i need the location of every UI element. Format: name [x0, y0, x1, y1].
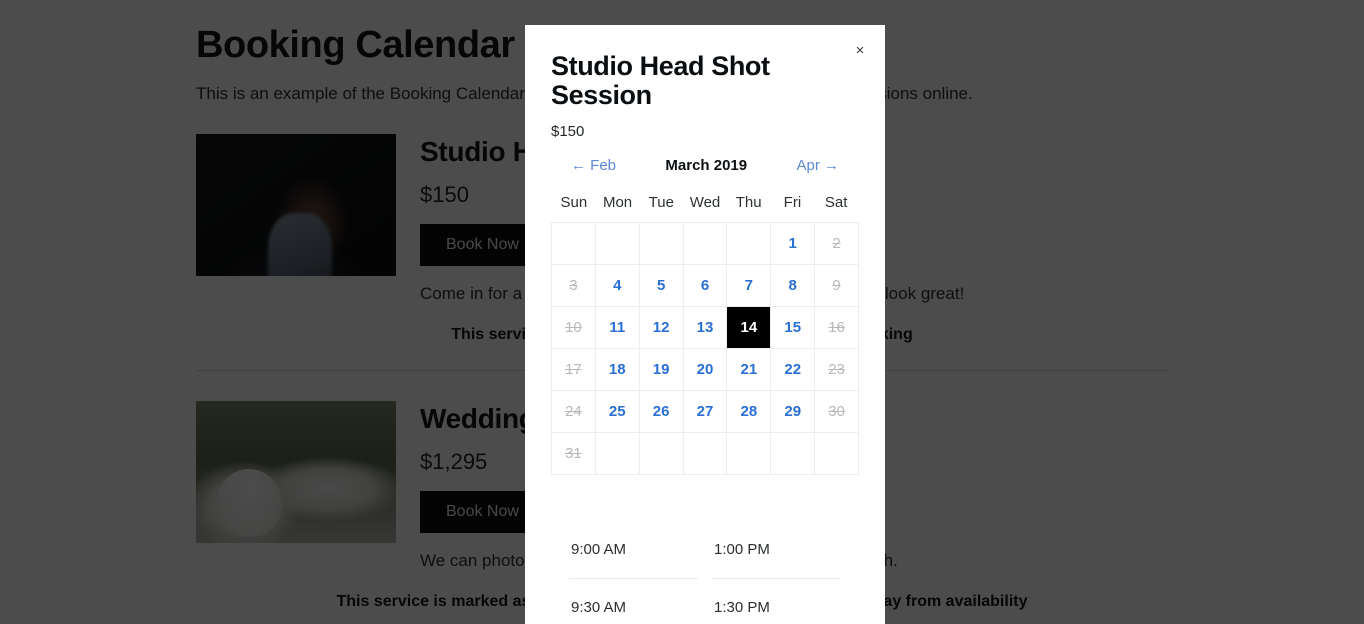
close-icon[interactable]: ×	[847, 37, 873, 63]
booking-modal: × Studio Head Shot Session $150 ← Feb Ma…	[525, 25, 885, 624]
calendar-cell-empty	[552, 223, 596, 266]
calendar-cell-empty	[639, 433, 684, 476]
calendar-day-11[interactable]: 11	[595, 307, 640, 350]
calendar-day-13[interactable]: 13	[683, 307, 728, 350]
next-month-link[interactable]: Apr →	[796, 157, 839, 174]
calendar-day-24: 24	[552, 391, 596, 434]
weekday-label-sun: Sun	[560, 194, 588, 212]
calendar-cell-empty	[595, 223, 640, 266]
calendar-cell-empty	[815, 433, 859, 476]
calendar-cell-empty	[771, 433, 816, 476]
weekday-label-tue: Tue	[648, 194, 674, 212]
calendar-day-1[interactable]: 1	[771, 223, 816, 266]
calendar-day-15[interactable]: 15	[771, 307, 816, 350]
calendar-day-9: 9	[815, 265, 859, 308]
weekday-header: Sun Mon Tue Wed Thu Fri Sat	[551, 194, 859, 211]
time-slots: 9:00 AM 9:30 AM 1:00 PM 1:30 PM	[551, 521, 859, 624]
calendar-day-23: 23	[815, 349, 859, 392]
calendar-day-16: 16	[815, 307, 859, 350]
modal-content: Studio Head Shot Session $150 ← Feb Marc…	[525, 25, 885, 624]
prev-month-link[interactable]: ← Feb	[571, 157, 616, 174]
calendar-day-4[interactable]: 4	[595, 265, 640, 308]
calendar-day-29[interactable]: 29	[771, 391, 816, 434]
calendar-day-28[interactable]: 28	[727, 391, 772, 434]
calendar-day-14[interactable]: 14	[727, 307, 772, 350]
calendar-day-3: 3	[552, 265, 596, 308]
modal-price: $150	[551, 123, 585, 141]
weekday-label-thu: Thu	[735, 194, 762, 212]
calendar-cell-empty	[727, 223, 772, 266]
calendar-day-27[interactable]: 27	[683, 391, 728, 434]
calendar-day-5[interactable]: 5	[639, 265, 684, 308]
modal-title: Studio Head Shot Session	[551, 51, 770, 111]
weekday-label-sat: Sat	[824, 194, 848, 212]
calendar-grid: 1 2 3 4 5 6 7 8 9 10 11 12 13 14 15 16 17 18 19 20 21 22 23 24 2…	[551, 222, 859, 476]
calendar-day-10: 10	[552, 307, 596, 350]
time-slot-930am[interactable]: 9:30 AM	[569, 579, 698, 624]
current-month-label: March 2019	[665, 157, 748, 175]
screen: Booking Calendar This is an example of t…	[0, 0, 1364, 624]
calendar-nav: ← Feb March 2019 Apr →	[551, 157, 859, 174]
calendar-day-17: 17	[552, 349, 596, 392]
calendar-day-26[interactable]: 26	[639, 391, 684, 434]
calendar-day-2: 2	[815, 223, 859, 266]
time-slot-130pm[interactable]: 1:30 PM	[712, 579, 841, 624]
calendar-cell-empty	[683, 223, 728, 266]
time-slot-900am[interactable]: 9:00 AM	[569, 521, 698, 580]
calendar-day-19[interactable]: 19	[639, 349, 684, 392]
calendar-cell-empty	[595, 433, 640, 476]
calendar-cell-empty	[727, 433, 772, 476]
calendar-cell-empty	[683, 433, 728, 476]
time-slot-100pm[interactable]: 1:00 PM	[712, 521, 841, 580]
weekday-label-mon: Mon	[602, 194, 633, 212]
calendar-day-8[interactable]: 8	[771, 265, 816, 308]
calendar-cell-empty	[639, 223, 684, 266]
morning-slot-column: 9:00 AM 9:30 AM	[569, 521, 698, 624]
calendar-day-20[interactable]: 20	[683, 349, 728, 392]
calendar-day-30: 30	[815, 391, 859, 434]
afternoon-slot-column: 1:00 PM 1:30 PM	[712, 521, 841, 624]
weekday-label-fri: Fri	[783, 194, 802, 212]
calendar-day-12[interactable]: 12	[639, 307, 684, 350]
calendar-day-25[interactable]: 25	[595, 391, 640, 434]
calendar-day-21[interactable]: 21	[727, 349, 772, 392]
calendar-day-7[interactable]: 7	[727, 265, 772, 308]
calendar-day-31: 31	[552, 433, 596, 476]
weekday-label-wed: Wed	[689, 194, 721, 212]
calendar-day-18[interactable]: 18	[595, 349, 640, 392]
calendar-day-6[interactable]: 6	[683, 265, 728, 308]
calendar-day-22[interactable]: 22	[771, 349, 816, 392]
